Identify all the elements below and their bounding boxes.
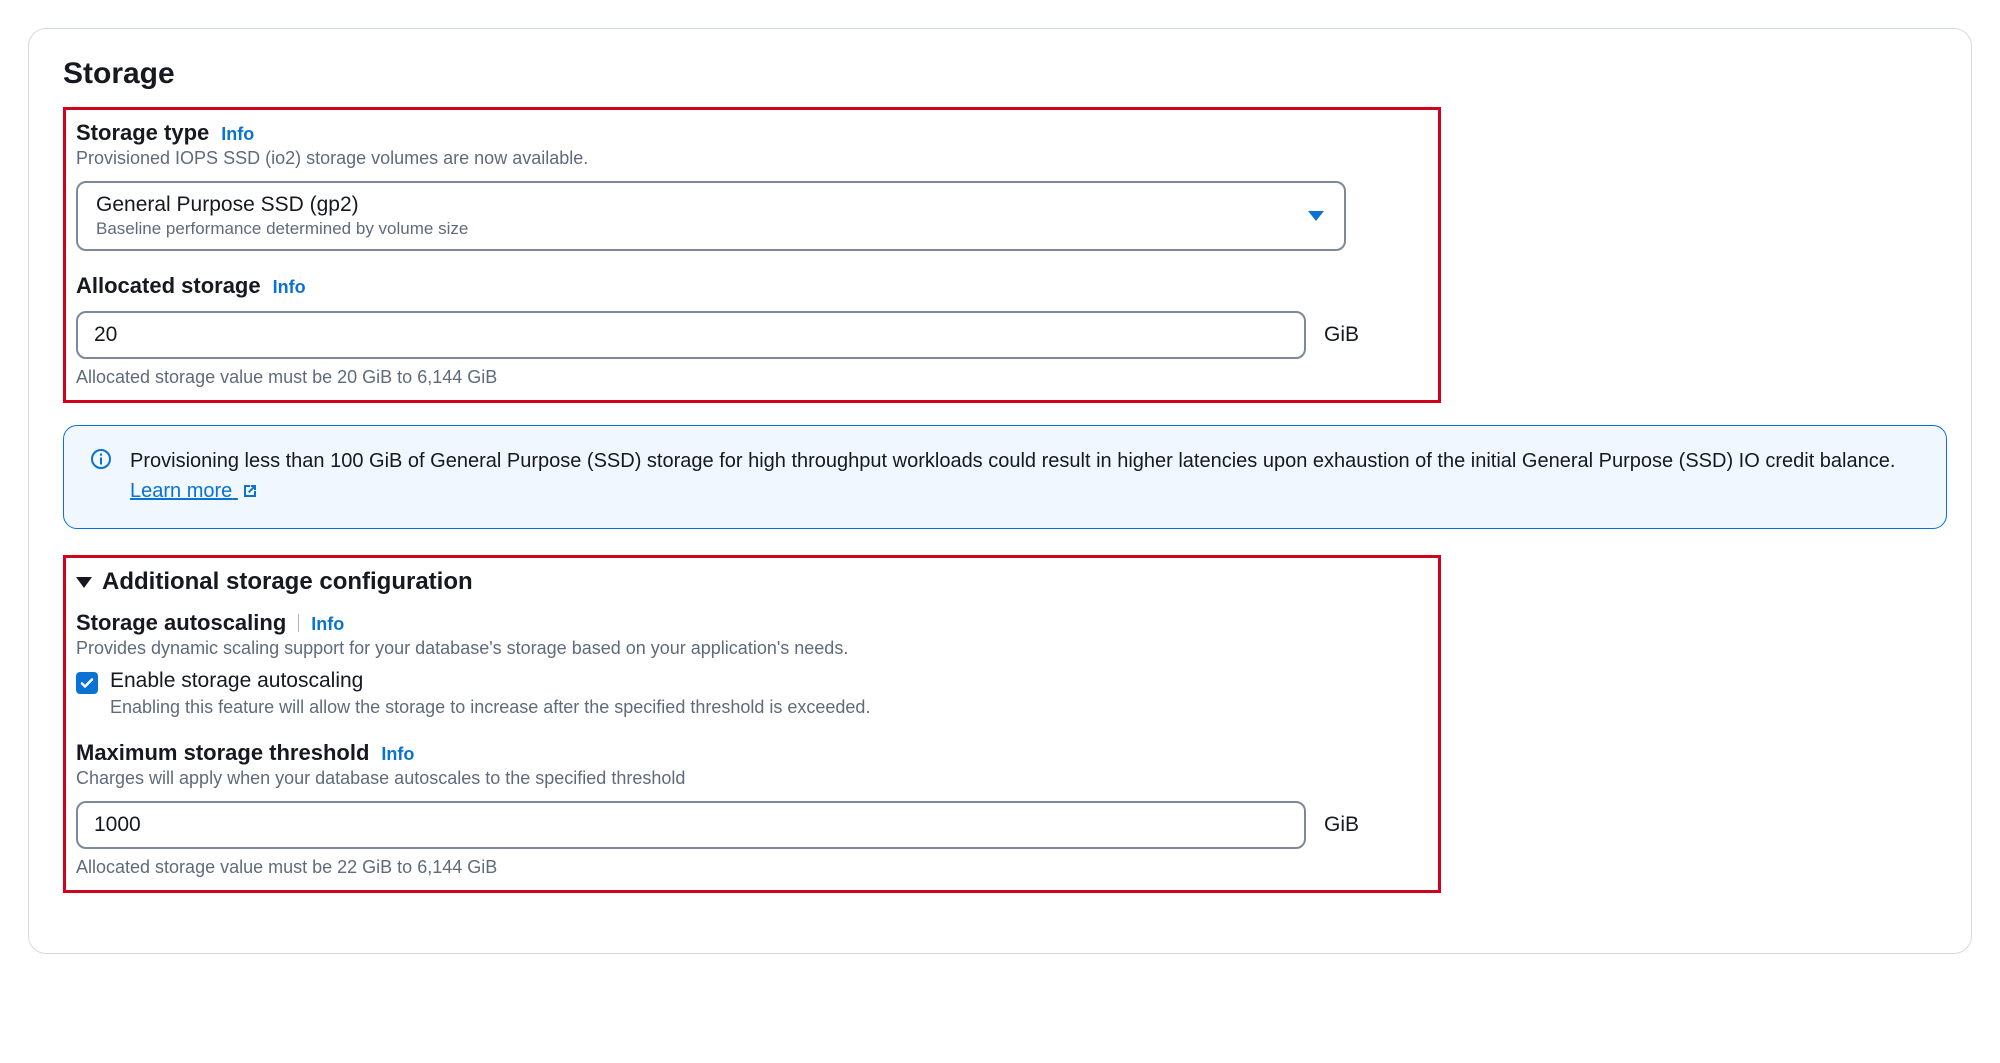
- allocated-storage-label-row: Allocated storage Info: [76, 273, 1428, 299]
- max-threshold-label-row: Maximum storage threshold Info: [76, 740, 1428, 766]
- caret-down-icon: [76, 577, 92, 588]
- allocated-storage-input-row: GiB: [76, 311, 1416, 359]
- storage-autoscaling-group: Storage autoscaling Info Provides dynami…: [76, 610, 1428, 718]
- learn-more-label: Learn more: [130, 480, 232, 502]
- storage-type-label-row: Storage type Info: [76, 120, 1428, 146]
- max-threshold-input[interactable]: [76, 801, 1306, 849]
- max-threshold-unit: GiB: [1324, 813, 1359, 837]
- enable-autoscaling-label: Enable storage autoscaling: [110, 669, 870, 693]
- storage-type-select-box[interactable]: General Purpose SSD (gp2) Baseline perfo…: [76, 181, 1346, 251]
- caret-down-icon: [1308, 211, 1324, 221]
- storage-type-info-link[interactable]: Info: [221, 124, 254, 145]
- allocated-storage-info-link[interactable]: Info: [273, 277, 306, 298]
- storage-type-selected-main: General Purpose SSD (gp2): [96, 193, 1296, 217]
- allocated-storage-group: Allocated storage Info GiB Allocated sto…: [76, 273, 1428, 388]
- max-threshold-helper: Charges will apply when your database au…: [76, 768, 1428, 789]
- max-threshold-label: Maximum storage threshold: [76, 740, 369, 766]
- storage-type-select[interactable]: General Purpose SSD (gp2) Baseline perfo…: [76, 181, 1346, 251]
- storage-autoscaling-label: Storage autoscaling: [76, 610, 286, 636]
- allocated-storage-label: Allocated storage: [76, 273, 261, 299]
- additional-config-title: Additional storage configuration: [102, 568, 473, 596]
- max-threshold-info-link[interactable]: Info: [381, 744, 414, 765]
- info-icon: [90, 448, 114, 508]
- max-threshold-group: Maximum storage threshold Info Charges w…: [76, 740, 1428, 878]
- highlight-box-bottom: Additional storage configuration Storage…: [63, 555, 1441, 893]
- enable-autoscaling-checkbox[interactable]: [76, 672, 98, 694]
- storage-autoscaling-label-row: Storage autoscaling Info: [76, 610, 1428, 636]
- section-title: Storage: [63, 57, 1937, 91]
- storage-type-selected-sub: Baseline performance determined by volum…: [96, 219, 1296, 239]
- enable-autoscaling-text: Enable storage autoscaling Enabling this…: [110, 669, 870, 718]
- external-link-icon: [242, 478, 258, 508]
- allocated-storage-constraint: Allocated storage value must be 20 GiB t…: [76, 367, 1428, 388]
- info-alert: Provisioning less than 100 GiB of Genera…: [63, 425, 1947, 529]
- storage-type-helper: Provisioned IOPS SSD (io2) storage volum…: [76, 148, 1428, 169]
- storage-autoscaling-info-link[interactable]: Info: [311, 614, 344, 635]
- allocated-storage-input[interactable]: [76, 311, 1306, 359]
- check-icon: [79, 675, 95, 691]
- info-alert-body: Provisioning less than 100 GiB of Genera…: [130, 450, 1895, 472]
- learn-more-link[interactable]: Learn more: [130, 480, 258, 502]
- max-threshold-constraint: Allocated storage value must be 22 GiB t…: [76, 857, 1428, 878]
- storage-autoscaling-helper: Provides dynamic scaling support for you…: [76, 638, 1428, 659]
- info-alert-text: Provisioning less than 100 GiB of Genera…: [130, 446, 1920, 508]
- enable-autoscaling-desc: Enabling this feature will allow the sto…: [110, 697, 870, 718]
- storage-type-group: Storage type Info Provisioned IOPS SSD (…: [76, 120, 1428, 251]
- storage-panel: Storage Storage type Info Provisioned IO…: [28, 28, 1972, 954]
- additional-config-toggle[interactable]: Additional storage configuration: [76, 568, 1428, 596]
- highlight-box-top: Storage type Info Provisioned IOPS SSD (…: [63, 107, 1441, 403]
- allocated-storage-unit: GiB: [1324, 323, 1359, 347]
- enable-autoscaling-row: Enable storage autoscaling Enabling this…: [76, 669, 1428, 718]
- divider: [298, 614, 299, 632]
- storage-type-label: Storage type: [76, 120, 209, 146]
- max-threshold-input-row: GiB: [76, 801, 1416, 849]
